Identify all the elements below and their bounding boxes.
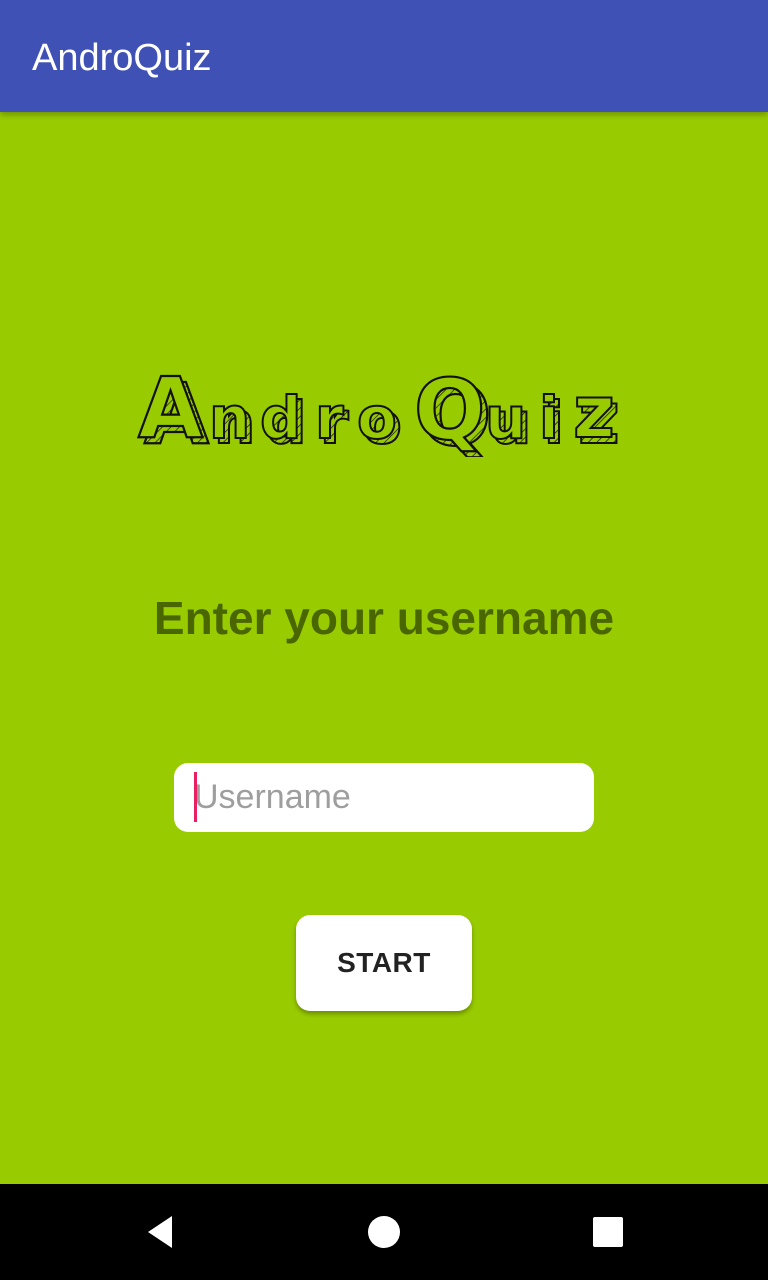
svg-text:r: r — [315, 384, 344, 452]
text-cursor — [194, 772, 197, 822]
svg-text:A: A — [138, 359, 203, 457]
androquiz-logo-image: A A n n d d r r o o Q Q u u i i z z — [137, 358, 621, 457]
home-circle-icon — [368, 1216, 400, 1248]
app-bar: AndroQuiz — [0, 0, 768, 112]
svg-text:Q: Q — [414, 361, 485, 457]
svg-text:o: o — [357, 384, 397, 452]
back-button[interactable] — [136, 1208, 184, 1256]
username-input[interactable] — [194, 771, 584, 823]
svg-text:z: z — [573, 370, 615, 454]
start-button[interactable]: START — [296, 915, 472, 1011]
svg-text:n: n — [209, 384, 250, 452]
main-content: A A n n d d r r o o Q Q u u i i z z Ente… — [0, 112, 768, 1184]
svg-text:d: d — [260, 384, 302, 452]
app-title: AndroQuiz — [32, 37, 212, 79]
home-button[interactable] — [360, 1208, 408, 1256]
recents-button[interactable] — [584, 1208, 632, 1256]
androquiz-logo: A A n n d d r r o o Q Q u u i i z z — [130, 357, 640, 457]
back-triangle-icon — [148, 1216, 172, 1248]
svg-text:u: u — [485, 384, 526, 452]
recents-square-icon — [593, 1217, 623, 1247]
username-field[interactable] — [174, 763, 594, 832]
svg-text:i: i — [539, 384, 559, 452]
username-prompt: Enter your username — [153, 592, 615, 644]
system-nav-bar — [0, 1184, 768, 1280]
